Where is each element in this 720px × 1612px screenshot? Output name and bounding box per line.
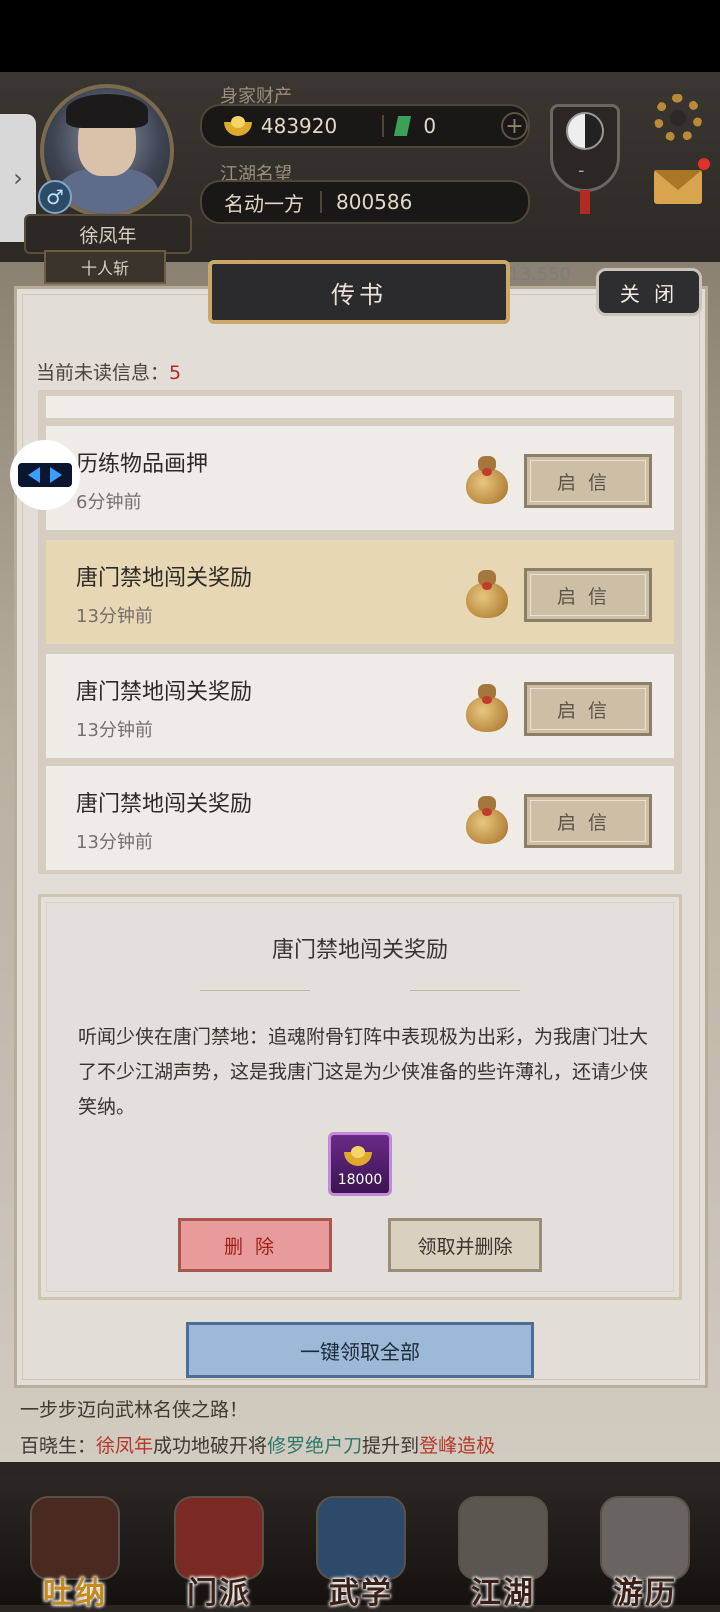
- message-title: 唐门禁地闯关奖励: [76, 680, 253, 705]
- open-letter-button[interactable]: 启信: [524, 454, 652, 508]
- message-time: 13分钟前: [76, 720, 153, 741]
- message-title: 唐门禁地闯关奖励: [76, 566, 253, 591]
- log-line: 一步步迈向武林名侠之路！: [20, 1399, 249, 1421]
- log-text: 提升到: [362, 1435, 420, 1457]
- nav-travel[interactable]: 游历: [590, 1488, 700, 1611]
- message-time: 6分钟前: [76, 492, 142, 513]
- close-button[interactable]: 关 闭: [596, 268, 702, 316]
- log-speaker: 百晓生：: [20, 1435, 97, 1457]
- open-letter-button[interactable]: 启信: [524, 794, 652, 848]
- detail-body: 听闻少侠在唐门禁地：追魂附骨钉阵中表现极为出彩，为我唐门壮大了不少江湖声势，这是…: [78, 1026, 649, 1118]
- list-item[interactable]: 唐门禁地闯关奖励 13分钟前 启信: [46, 540, 674, 644]
- pouch-icon: [464, 796, 510, 844]
- jade-icon: [393, 116, 412, 136]
- male-gender-icon: ♂: [38, 180, 72, 214]
- unread-count: 5: [169, 362, 182, 384]
- partial-list-item: [46, 396, 674, 418]
- jade-amount: 0: [423, 114, 437, 138]
- detail-title: 唐门禁地闯关奖励: [271, 938, 448, 963]
- nav-sect[interactable]: 门派: [164, 1488, 274, 1611]
- add-currency-button[interactable]: +: [500, 112, 528, 140]
- player-name: 徐凤年: [24, 214, 192, 254]
- log-line: 百晓生：徐凤年成功地破开将修罗绝户刀提升到登峰造极: [20, 1428, 710, 1464]
- nav-label: 武学: [329, 1576, 393, 1611]
- message-title: 唐门禁地闯关奖励: [76, 792, 253, 817]
- pouch-knot: [482, 696, 492, 704]
- side-value: 13,550: [508, 264, 571, 285]
- nav-label: 江湖: [471, 1576, 535, 1611]
- claim-all-button[interactable]: 一键领取全部: [186, 1322, 534, 1378]
- unread-info: 当前未读信息：5: [36, 358, 181, 385]
- avatar-hair: [66, 94, 148, 128]
- nav-jianghu[interactable]: 江湖: [448, 1488, 558, 1611]
- nav-label: 游历: [613, 1576, 677, 1611]
- pouch-knot: [482, 808, 492, 816]
- notification-dot: [698, 158, 710, 170]
- nav-martial[interactable]: 武学: [306, 1488, 416, 1611]
- reward-amount: 18000: [337, 1172, 383, 1188]
- list-item[interactable]: 唐门禁地闯关奖励 13分钟前 启信: [46, 766, 674, 870]
- ornament-divider: [200, 990, 310, 991]
- log-skill: 修罗绝户刀: [267, 1435, 363, 1457]
- gear-center: [670, 110, 686, 126]
- claim-and-delete-button[interactable]: 领取并删除: [388, 1218, 542, 1272]
- message-time: 13分钟前: [76, 606, 153, 627]
- dialog-title: 传书: [208, 260, 510, 324]
- gold-amount: 483920: [260, 114, 338, 138]
- unread-label: 当前未读信息：: [36, 362, 170, 384]
- taiji-icon: [566, 112, 604, 150]
- pouch-icon: [464, 456, 510, 504]
- delete-button[interactable]: 删除: [178, 1218, 332, 1272]
- mail-flap: [654, 170, 702, 190]
- nav-label: 吐纳: [43, 1576, 107, 1611]
- nav-tuna[interactable]: 吐纳: [20, 1488, 130, 1611]
- open-letter-button[interactable]: 启信: [524, 682, 652, 736]
- log-player: 徐凤年: [96, 1435, 154, 1457]
- fame-value: 800586: [336, 190, 413, 214]
- list-item[interactable]: 历练物品画押 6分钟前 启信: [46, 426, 674, 530]
- message-title: 历练物品画押: [76, 452, 209, 477]
- sect-badge-dash: -: [578, 160, 585, 181]
- pouch-knot: [482, 582, 492, 590]
- pouch-icon: [464, 570, 510, 618]
- list-item[interactable]: 唐门禁地闯关奖励 13分钟前 启信: [46, 654, 674, 758]
- message-time: 13分钟前: [76, 832, 153, 853]
- fame-bar: 名动一方 800586: [200, 180, 530, 224]
- bar-divider: [320, 191, 322, 213]
- event-log: 一步步迈向武林名侠之路！ 百晓生：徐凤年成功地破开将修罗绝户刀提升到登峰造极: [20, 1392, 710, 1468]
- floating-assist-button[interactable]: [10, 440, 80, 510]
- gold-ingot-icon: [224, 116, 252, 136]
- ornament-divider: [410, 990, 520, 991]
- log-text: 成功地破开: [153, 1435, 249, 1457]
- currency-bar: 483920 0 +: [200, 104, 530, 148]
- log-level: 登峰造极: [419, 1435, 496, 1457]
- player-rank: 十人斩: [44, 250, 166, 284]
- fame-title: 名动一方: [224, 191, 304, 216]
- system-status-bar: [0, 0, 720, 72]
- nav-label: 门派: [187, 1576, 251, 1611]
- bar-divider: [382, 115, 384, 137]
- tassel-icon: [580, 190, 590, 214]
- swap-arrows-icon: [18, 463, 72, 487]
- open-letter-button[interactable]: 启信: [524, 568, 652, 622]
- gold-ingot-icon: [344, 1146, 372, 1166]
- pouch-icon: [464, 684, 510, 732]
- log-text: 将: [248, 1435, 268, 1457]
- chevron-right-icon: ›: [13, 164, 23, 192]
- pouch-knot: [482, 468, 492, 476]
